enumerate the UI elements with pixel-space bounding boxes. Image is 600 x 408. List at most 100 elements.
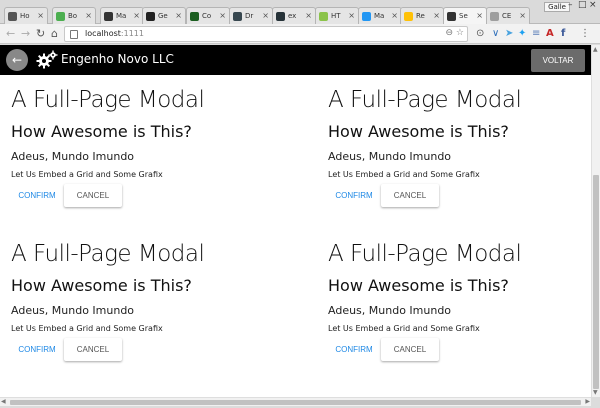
home-icon[interactable]: ⌂ bbox=[51, 27, 58, 40]
browser-tab[interactable]: Bo × bbox=[52, 7, 96, 24]
browser-tab[interactable]: Ge × bbox=[142, 7, 186, 24]
facebook-extension-icon[interactable]: f bbox=[561, 27, 565, 40]
profile-button[interactable]: Galle bbox=[544, 2, 570, 12]
voltar-button[interactable]: VOLTAR bbox=[531, 49, 585, 72]
tab-favicon-icon bbox=[8, 12, 17, 21]
cancel-button[interactable]: CANCEL bbox=[64, 184, 122, 207]
tab-favicon-icon bbox=[190, 12, 199, 21]
tab-close-icon[interactable]: × bbox=[133, 11, 140, 20]
horizontal-scroll-thumb[interactable] bbox=[10, 400, 581, 405]
card-subtitle: How Awesome is This? bbox=[11, 122, 192, 141]
tab-label: Bo bbox=[68, 12, 78, 20]
browser-tab[interactable]: Co × bbox=[186, 7, 230, 24]
zoom-icon[interactable]: ⊖ bbox=[445, 28, 453, 38]
tab-label: Dr bbox=[245, 12, 254, 20]
vertical-scroll-thumb[interactable] bbox=[593, 175, 599, 389]
browser-tab[interactable]: Ma × bbox=[100, 7, 144, 24]
tab-label: Ma bbox=[116, 12, 127, 20]
tab-close-icon[interactable]: × bbox=[85, 11, 92, 20]
brand-name: Engenho Novo LLC bbox=[61, 52, 174, 66]
back-arrow-icon[interactable]: ← bbox=[6, 27, 15, 40]
app-header: ← Engenho Novo LLC VOLTAR bbox=[0, 45, 591, 75]
browser-tab[interactable]: Ho × bbox=[4, 7, 48, 24]
url-text: localhost:1111 bbox=[85, 29, 144, 38]
card-title: A Full-Page Modal bbox=[328, 241, 522, 267]
tab-favicon-icon bbox=[233, 12, 242, 21]
reload-icon[interactable]: ↻ bbox=[36, 27, 45, 40]
confirm-button[interactable]: CONFIRM bbox=[11, 184, 63, 207]
tab-favicon-icon bbox=[319, 12, 328, 21]
window-close-icon[interactable]: × bbox=[589, 0, 597, 10]
confirm-button[interactable]: CONFIRM bbox=[328, 184, 380, 207]
cancel-button[interactable]: CANCEL bbox=[381, 184, 439, 207]
maximize-icon[interactable]: □ bbox=[578, 0, 587, 10]
tab-label: CE bbox=[502, 12, 512, 20]
bookmark-star-icon[interactable]: ☆ bbox=[456, 28, 464, 38]
url-host: localhost bbox=[85, 29, 121, 38]
list-extension-icon[interactable]: ≡ bbox=[532, 27, 540, 40]
tab-label: ex bbox=[288, 12, 297, 20]
browser-tab[interactable]: HT × bbox=[315, 7, 359, 24]
scroll-down-icon[interactable]: ▼ bbox=[593, 389, 598, 396]
tab-label: Co bbox=[202, 12, 212, 20]
browser-tab[interactable]: Re × bbox=[400, 7, 444, 24]
tab-label: HT bbox=[331, 12, 341, 20]
vertical-scrollbar[interactable]: ▲ ▼ bbox=[591, 45, 600, 397]
page-info-icon[interactable] bbox=[70, 30, 78, 39]
scroll-right-icon[interactable]: ▶ bbox=[585, 398, 590, 405]
minimize-icon[interactable]: – bbox=[568, 0, 573, 10]
tab-close-icon[interactable]: × bbox=[175, 11, 182, 20]
lock-extension-icon[interactable]: ⊙ bbox=[476, 27, 484, 40]
scrollbar-corner bbox=[591, 397, 600, 406]
scroll-left-icon[interactable]: ◀ bbox=[1, 398, 6, 405]
gears-icon bbox=[36, 50, 58, 69]
tab-close-icon[interactable]: × bbox=[476, 11, 483, 20]
browser-menu-icon[interactable]: ⋮ bbox=[580, 27, 590, 40]
scroll-up-icon[interactable]: ▲ bbox=[593, 46, 598, 53]
tab-favicon-icon bbox=[146, 12, 155, 21]
send-extension-icon[interactable]: ➤ bbox=[505, 27, 513, 40]
card-subtitle: How Awesome is This? bbox=[11, 276, 192, 295]
tab-close-icon[interactable]: × bbox=[219, 11, 226, 20]
card-heading: Adeus, Mundo Imundo bbox=[328, 304, 452, 317]
tab-label: Ge bbox=[158, 12, 168, 20]
browser-tab[interactable]: Ma × bbox=[358, 7, 402, 24]
tab-label: Se bbox=[459, 12, 468, 20]
cancel-button[interactable]: CANCEL bbox=[64, 338, 122, 361]
tab-close-icon[interactable]: × bbox=[37, 11, 44, 20]
card-title: A Full-Page Modal bbox=[11, 87, 205, 113]
tab-label: Ho bbox=[20, 12, 30, 20]
tab-favicon-icon bbox=[404, 12, 413, 21]
tab-close-icon[interactable]: × bbox=[305, 11, 312, 20]
browser-tab[interactable]: ex × bbox=[272, 7, 316, 24]
tab-close-icon[interactable]: × bbox=[433, 11, 440, 20]
main-content: A Full-Page Modal How Awesome is This? A… bbox=[0, 75, 591, 397]
tab-close-icon[interactable]: × bbox=[391, 11, 398, 20]
back-button[interactable]: ← bbox=[6, 49, 28, 71]
address-bar[interactable]: localhost:1111 ⊖ ☆ bbox=[64, 26, 468, 42]
twitter-extension-icon[interactable]: ✦ bbox=[518, 27, 526, 40]
tab-favicon-icon bbox=[490, 12, 499, 21]
browser-tab-active[interactable]: Se × bbox=[443, 7, 487, 24]
card-body: Let Us Embed a Grid and Some Grafix bbox=[328, 324, 480, 333]
card-body: Let Us Embed a Grid and Some Grafix bbox=[11, 170, 163, 179]
tab-close-icon[interactable]: × bbox=[519, 11, 526, 20]
vee-extension-icon[interactable]: ∨ bbox=[492, 27, 499, 40]
url-port: :1111 bbox=[120, 29, 144, 38]
tab-close-icon[interactable]: × bbox=[262, 11, 269, 20]
tab-label: Re bbox=[416, 12, 425, 20]
forward-arrow-icon[interactable]: → bbox=[21, 27, 30, 40]
card-heading: Adeus, Mundo Imundo bbox=[11, 304, 135, 317]
confirm-button[interactable]: CONFIRM bbox=[328, 338, 380, 361]
card-body: Let Us Embed a Grid and Some Grafix bbox=[328, 170, 480, 179]
card-subtitle: How Awesome is This? bbox=[328, 276, 509, 295]
confirm-button[interactable]: CONFIRM bbox=[11, 338, 63, 361]
tab-close-icon[interactable]: × bbox=[348, 11, 355, 20]
card-heading: Adeus, Mundo Imundo bbox=[11, 150, 135, 163]
card-heading: Adeus, Mundo Imundo bbox=[328, 150, 452, 163]
horizontal-scrollbar[interactable]: ◀ ▶ bbox=[0, 397, 591, 406]
browser-tab[interactable]: Dr × bbox=[229, 7, 273, 24]
pdf-extension-icon[interactable]: A bbox=[546, 27, 554, 40]
cancel-button[interactable]: CANCEL bbox=[381, 338, 439, 361]
browser-tab[interactable]: CE × bbox=[486, 7, 530, 24]
